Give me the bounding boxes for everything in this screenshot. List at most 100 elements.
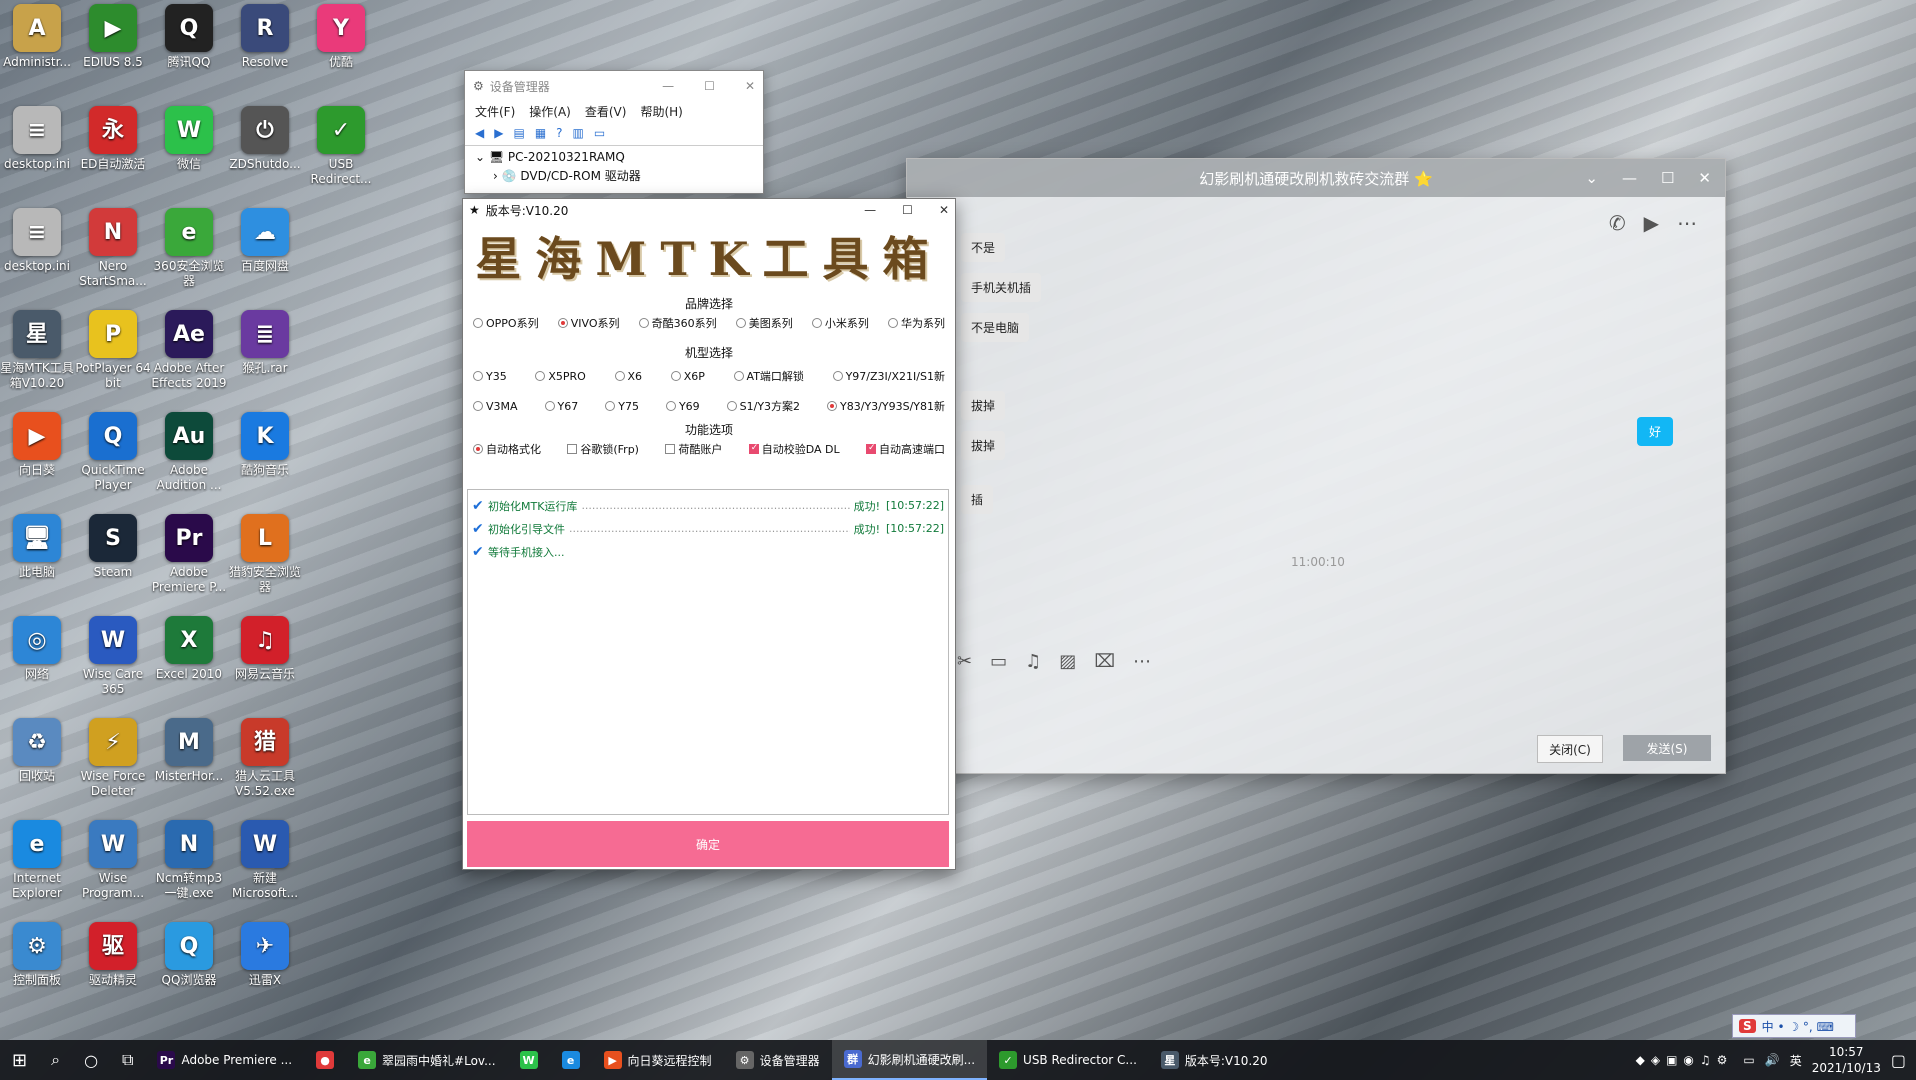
volume-icon[interactable]: 🔊 bbox=[1765, 1053, 1780, 1067]
device-tree-root[interactable]: ⌄ 🖥 PC-20210321RAMQ bbox=[475, 148, 753, 167]
desktop-icon[interactable]: Y 优酷 bbox=[302, 4, 380, 70]
desktop-icon[interactable]: ◎ 网络 bbox=[0, 616, 76, 682]
maximize-icon[interactable]: ☐ bbox=[902, 203, 913, 217]
radio-option[interactable]: X5PRO bbox=[535, 370, 586, 383]
desktop-icon[interactable]: 驱驱动精灵 bbox=[74, 922, 152, 988]
taskbar-app-button[interactable]: e 翠园雨中婚礼#Lov... bbox=[346, 1040, 508, 1080]
ok-button[interactable]: 确定 bbox=[467, 821, 949, 867]
radio-option[interactable]: OPPO系列 bbox=[473, 315, 539, 331]
mtk-toolbox-window[interactable]: ★ 版本号:V10.20 — ☐ ✕ 星海MTK工具箱 品牌选择 OPPO系列 V… bbox=[462, 198, 956, 870]
qq-chat-window[interactable]: 幻影刷机通硬改刷机救砖交流群 ⭐ ⌄ — ☐ ✕ ✆ ▶ ⋯ 不是 手机关机插 不是… bbox=[906, 158, 1726, 774]
taskbar-app-button[interactable]: ● bbox=[304, 1040, 346, 1080]
scissors-icon[interactable]: ✂ bbox=[957, 651, 972, 672]
desktop-icon[interactable]: 永 ED自动激活 bbox=[74, 106, 152, 172]
device-manager-titlebar[interactable]: ⚙ 设备管理器 — ☐ ✕ bbox=[465, 71, 763, 101]
taskbar-app-button[interactable]: e bbox=[550, 1040, 592, 1080]
ime-toolbar[interactable]: S 中 • ☽ °, ⌨ bbox=[1732, 1014, 1856, 1038]
taskbar-app-button[interactable]: W bbox=[508, 1040, 550, 1080]
desktop-icon[interactable]: W Wise Care 365 bbox=[74, 616, 152, 697]
desktop-icon[interactable]: ≡ desktop.ini bbox=[0, 208, 76, 274]
more-icon[interactable]: ⋯ bbox=[1133, 651, 1151, 672]
radio-option[interactable]: 美图系列 bbox=[735, 315, 793, 331]
checkbox-option[interactable]: 自动校验DA DL bbox=[748, 441, 840, 457]
qq-close-button[interactable]: 关闭(C) bbox=[1537, 735, 1603, 763]
desktop-icon[interactable]: ♻ 回收站 bbox=[0, 718, 76, 784]
desktop-icon[interactable]: ≡ desktop.ini bbox=[0, 106, 76, 172]
search-icon[interactable]: ⌕ bbox=[39, 1040, 72, 1080]
forward-arrow-icon[interactable]: ▶ bbox=[494, 126, 503, 140]
device-manager-window[interactable]: ⚙ 设备管理器 — ☐ ✕ 文件(F) 操作(A) 查看(V) 帮助(H) ◀ ▶ ▤… bbox=[464, 70, 764, 194]
desktop-icon[interactable]: L 猎豹安全浏览器 bbox=[226, 514, 304, 595]
taskbar-app-button[interactable]: 星版本号:V10.20 bbox=[1149, 1040, 1280, 1080]
desktop-icon[interactable]: ▶ EDIUS 8.5 bbox=[74, 4, 152, 70]
desktop-icon[interactable]: ☁ 百度网盘 bbox=[226, 208, 304, 274]
radio-option[interactable]: AT端口解锁 bbox=[733, 368, 804, 384]
checkbox-option[interactable]: 谷歌锁(Frp) bbox=[567, 441, 639, 457]
checkbox-option[interactable]: 自动高速端口 bbox=[865, 441, 945, 457]
tray-icons[interactable]: ◆◈▣◉♫⚙ bbox=[1636, 1053, 1734, 1067]
desktop-icon[interactable]: K 酷狗音乐 bbox=[226, 412, 304, 478]
close-icon[interactable]: ✕ bbox=[1698, 169, 1711, 187]
minimize-icon[interactable]: — bbox=[662, 79, 674, 93]
checkbox-option[interactable]: 荷酷账户 bbox=[665, 441, 722, 457]
desktop-icon[interactable]: ⚡ Wise Force Deleter bbox=[74, 718, 152, 799]
radio-option[interactable]: VIVO系列 bbox=[557, 315, 619, 331]
folder-icon[interactable]: ▭ bbox=[990, 651, 1007, 672]
maximize-icon[interactable]: ☐ bbox=[1661, 169, 1674, 187]
qq-send-button[interactable]: 发送(S) bbox=[1623, 735, 1711, 761]
cortana-icon[interactable]: ○ bbox=[72, 1040, 110, 1080]
video-call-icon[interactable]: ▶ bbox=[1644, 211, 1659, 235]
chevron-down-icon[interactable]: ⌄ bbox=[1585, 169, 1598, 187]
desktop-icon[interactable]: X Excel 2010 bbox=[150, 616, 228, 682]
taskbar-app-button[interactable]: Pr Adobe Premiere ... bbox=[145, 1040, 304, 1080]
menu-item[interactable]: 操作(A) bbox=[529, 103, 571, 120]
mtk-titlebar[interactable]: ★ 版本号:V10.20 — ☐ ✕ bbox=[463, 199, 955, 221]
desktop-icon[interactable]: Q QuickTime Player bbox=[74, 412, 152, 493]
close-icon[interactable]: ✕ bbox=[745, 79, 755, 93]
clock[interactable]: 10:57 2021/10/13 bbox=[1812, 1044, 1881, 1076]
desktop-icon[interactable]: ⚙ 控制面板 bbox=[0, 922, 76, 988]
task-view-icon[interactable]: ⧉ bbox=[110, 1040, 145, 1080]
desktop-icon[interactable]: N Nero StartSma... bbox=[74, 208, 152, 289]
radio-option[interactable]: Y35 bbox=[473, 370, 507, 383]
update-icon[interactable]: ▦ bbox=[535, 126, 546, 140]
desktop-icon[interactable]: W 新建 Microsoft... bbox=[226, 820, 304, 901]
network-icon[interactable]: ▭ bbox=[1743, 1053, 1754, 1067]
desktop-icon[interactable]: Q 腾讯QQ bbox=[150, 4, 228, 70]
radio-option[interactable]: X6P bbox=[670, 370, 705, 383]
desktop-icon[interactable]: W Wise Program... bbox=[74, 820, 152, 901]
desktop-icon[interactable]: 星星海MTK工具箱V10.20 bbox=[0, 310, 76, 391]
taskbar-app-button[interactable]: ✓ USB Redirector C... bbox=[987, 1040, 1149, 1080]
more-icon[interactable]: ⋯ bbox=[1677, 211, 1697, 235]
radio-option[interactable]: X6 bbox=[614, 370, 642, 383]
desktop-icon[interactable]: Au Adobe Audition ... bbox=[150, 412, 228, 493]
radio-option[interactable]: Y69 bbox=[665, 400, 700, 413]
desktop-icon[interactable]: ✈ 迅雷X bbox=[226, 922, 304, 988]
desktop-icon[interactable]: e Internet Explorer bbox=[0, 820, 76, 901]
properties-icon[interactable]: ▤ bbox=[513, 126, 524, 140]
desktop-icon[interactable]: R Resolve bbox=[226, 4, 304, 70]
desktop-icon[interactable]: 猎猎人云工具V5.52.exe bbox=[226, 718, 304, 799]
phone-call-icon[interactable]: ✆ bbox=[1609, 211, 1626, 235]
desktop-icon[interactable]: ≣ 猴孔.rar bbox=[226, 310, 304, 376]
desktop-icon[interactable]: M MisterHor... bbox=[150, 718, 228, 784]
qq-chat-titlebar[interactable]: 幻影刷机通硬改刷机救砖交流群 ⭐ ⌄ — ☐ ✕ bbox=[907, 159, 1725, 197]
desktop-icon[interactable]: W 微信 bbox=[150, 106, 228, 172]
desktop-icon[interactable]: e 360安全浏览器 bbox=[150, 208, 228, 289]
radio-option[interactable]: 华为系列 bbox=[887, 315, 945, 331]
back-arrow-icon[interactable]: ◀ bbox=[475, 126, 484, 140]
taskbar-app-button[interactable]: ⚙ 设备管理器 bbox=[724, 1040, 832, 1080]
close-icon[interactable]: ✕ bbox=[939, 203, 949, 217]
notification-icon[interactable]: ▢ bbox=[1891, 1051, 1906, 1070]
monitor-icon[interactable]: ▭ bbox=[594, 126, 605, 140]
radio-option[interactable]: Y83/Y3/Y93S/Y81新 bbox=[827, 398, 945, 414]
radio-option[interactable]: Y97/Z3I/X21I/S1新 bbox=[832, 368, 945, 384]
desktop-icon[interactable]: ⏻ ZDShutdo... bbox=[226, 106, 304, 172]
screen-icon[interactable]: ⌧ bbox=[1094, 651, 1115, 672]
menu-item[interactable]: 帮助(H) bbox=[640, 103, 682, 120]
desktop-icon[interactable]: 🖥 此电脑 bbox=[0, 514, 76, 580]
desktop-icon[interactable]: Ae Adobe After Effects 2019 bbox=[150, 310, 228, 391]
desktop-icon[interactable]: Q QQ浏览器 bbox=[150, 922, 228, 988]
radio-option[interactable]: 奇酷360系列 bbox=[638, 315, 717, 331]
maximize-icon[interactable]: ☐ bbox=[704, 79, 715, 93]
